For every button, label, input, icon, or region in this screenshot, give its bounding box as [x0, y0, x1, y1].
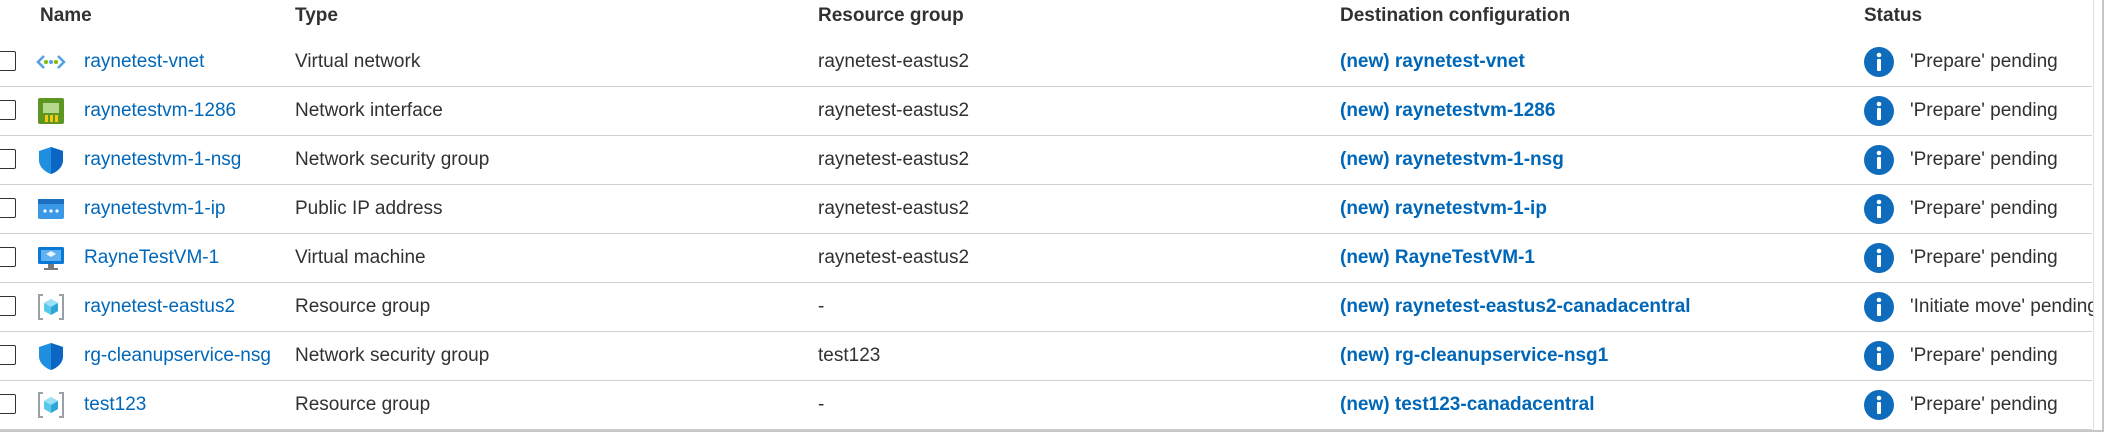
resource-type: Resource group: [295, 296, 431, 317]
vertical-scrollbar[interactable]: [2093, 0, 2102, 430]
table-row: rg-cleanupservice-nsg Network security g…: [0, 332, 2092, 381]
public-ip-icon: [38, 199, 64, 219]
row-checkbox[interactable]: [0, 100, 16, 120]
table-row: raynetest-vnet Virtual network raynetest…: [0, 38, 2092, 87]
row-checkbox[interactable]: [0, 247, 16, 267]
column-header-status[interactable]: Status: [1864, 3, 1922, 29]
row-checkbox[interactable]: [0, 345, 16, 365]
resource-group: raynetest-eastus2: [818, 51, 970, 72]
table-row: test123 Resource group - (new) test123-c…: [0, 381, 2092, 430]
resource-type: Virtual machine: [295, 247, 426, 268]
virtual-network-icon: [36, 55, 66, 69]
info-icon: [1864, 47, 1894, 77]
resource-name-link[interactable]: rg-cleanupservice-nsg: [84, 343, 271, 369]
resource-group: test123: [818, 345, 881, 366]
row-checkbox[interactable]: [0, 296, 16, 316]
status-text: 'Initiate move' pending: [1910, 296, 2098, 317]
destination-configuration-link[interactable]: (new) raynetest-vnet: [1340, 49, 1525, 75]
info-icon: [1864, 96, 1894, 126]
destination-configuration-link[interactable]: (new) raynetest-eastus2-canadacentral: [1340, 294, 1691, 320]
destination-configuration-link[interactable]: (new) raynetestvm-1286: [1340, 98, 1555, 124]
status-text: 'Prepare' pending: [1910, 100, 2058, 121]
info-icon: [1864, 243, 1894, 273]
resource-name-link[interactable]: raynetestvm-1286: [84, 98, 236, 124]
resource-name-link[interactable]: raynetest-eastus2: [84, 294, 235, 320]
row-checkbox[interactable]: [0, 149, 16, 169]
resource-name-link[interactable]: raynetestvm-1-ip: [84, 196, 226, 222]
resource-type: Public IP address: [295, 198, 443, 219]
status-text: 'Prepare' pending: [1910, 394, 2058, 415]
resource-group: raynetest-eastus2: [818, 198, 970, 219]
resource-group-icon: [38, 294, 64, 320]
move-resources-table: Name Type Resource group Destination con…: [0, 0, 2104, 432]
resource-name-link[interactable]: raynetestvm-1-nsg: [84, 147, 241, 173]
table-row: raynetestvm-1-nsg Network security group…: [0, 136, 2092, 185]
resource-group: raynetest-eastus2: [818, 247, 970, 268]
row-checkbox[interactable]: [0, 394, 16, 414]
status-text: 'Prepare' pending: [1910, 345, 2058, 366]
resource-group: raynetest-eastus2: [818, 100, 970, 121]
column-header-destination-configuration[interactable]: Destination configuration: [1340, 3, 1570, 29]
destination-configuration-link[interactable]: (new) raynetestvm-1-nsg: [1340, 147, 1564, 173]
virtual-machine-icon: [38, 247, 64, 270]
resource-group-icon: [38, 392, 64, 418]
resource-group: raynetest-eastus2: [818, 149, 970, 170]
info-icon: [1864, 341, 1894, 371]
resource-name-link[interactable]: raynetest-vnet: [84, 49, 204, 75]
destination-configuration-link[interactable]: (new) raynetestvm-1-ip: [1340, 196, 1547, 222]
resource-type: Network security group: [295, 345, 490, 366]
resource-type: Network security group: [295, 149, 490, 170]
table-row: RayneTestVM-1 Virtual machine raynetest-…: [0, 234, 2092, 283]
network-security-group-icon: [39, 343, 63, 370]
resource-name-link[interactable]: RayneTestVM-1: [84, 245, 219, 271]
resource-type: Resource group: [295, 394, 431, 415]
resource-type: Virtual network: [295, 51, 421, 72]
resource-group: -: [818, 394, 825, 415]
column-header-resource-group[interactable]: Resource group: [818, 3, 964, 29]
row-checkbox[interactable]: [0, 198, 16, 218]
status-text: 'Prepare' pending: [1910, 198, 2058, 219]
resource-type: Network interface: [295, 100, 443, 121]
status-text: 'Prepare' pending: [1910, 247, 2058, 268]
info-icon: [1864, 145, 1894, 175]
table-row: raynetestvm-1-ip Public IP address rayne…: [0, 185, 2092, 234]
network-interface-icon: [38, 98, 64, 124]
destination-configuration-link[interactable]: (new) test123-canadacentral: [1340, 392, 1595, 418]
column-header-type[interactable]: Type: [295, 3, 338, 29]
destination-configuration-link[interactable]: (new) rg-cleanupservice-nsg1: [1340, 343, 1608, 369]
column-header-name[interactable]: Name: [40, 3, 92, 29]
table-header: Name Type Resource group Destination con…: [0, 0, 2092, 36]
table-row: raynetest-eastus2 Resource group - (new)…: [0, 283, 2098, 332]
resource-name-link[interactable]: test123: [84, 392, 146, 418]
status-text: 'Prepare' pending: [1910, 51, 2058, 72]
status-text: 'Prepare' pending: [1910, 149, 2058, 170]
info-icon: [1864, 194, 1894, 224]
resource-group: -: [818, 296, 825, 317]
info-icon: [1864, 292, 1894, 322]
table-row: raynetestvm-1286 Network interface rayne…: [0, 87, 2092, 136]
info-icon: [1864, 390, 1894, 420]
destination-configuration-link[interactable]: (new) RayneTestVM-1: [1340, 245, 1535, 271]
network-security-group-icon: [39, 147, 63, 174]
row-checkbox[interactable]: [0, 51, 16, 71]
